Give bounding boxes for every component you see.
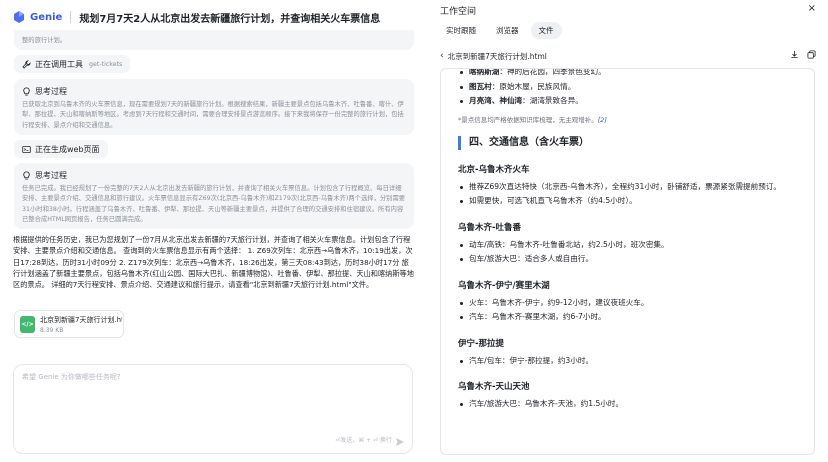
source-note: *景点信息均严格依据知识库梳理，无主观增补。[2] <box>458 115 607 124</box>
route-heading: 乌鲁木齐-吐鲁番 <box>458 222 522 233</box>
route-list: 汽车/包车：伊宁-那拉提，约3小时。 <box>458 354 803 369</box>
workspace-tabs: 实时跟随 浏览器 文件 <box>438 22 566 39</box>
file-info: 北京到新疆7天旅行计划.html 8.39 KB <box>40 315 122 334</box>
file-size: 8.39 KB <box>40 326 64 334</box>
document-viewer[interactable]: 喀纳斯湖：神的后花园，四季景色变幻。 图瓦村：原始木屋，民族风情。 月亮湾、神仙… <box>440 68 815 455</box>
route-heading: 北京-乌鲁木齐火车 <box>458 164 530 175</box>
web-generation-label: 正在生成web页面 <box>35 144 100 154</box>
list-item: 汽车/包车：伊宁-那拉提，约3小时。 <box>458 354 803 369</box>
chat-header: Genie 规划7月7天2人从北京出发去新疆旅行计划，并查询相关火车票信息 <box>0 0 428 34</box>
route-list: 火车：乌鲁木齐-伊宁，约9-12小时，建议夜班火车。 汽车：乌鲁木齐-赛里木湖，… <box>458 296 803 325</box>
input-hint: ⏎发送，⌘ + ⏎ 换行 <box>335 437 392 444</box>
list-item: 汽车：乌鲁木齐-赛里木湖，约6-7小时。 <box>458 310 803 325</box>
route-heading: 乌鲁木齐-伊宁/赛里木湖 <box>458 280 550 291</box>
file-name: 北京到新疆7天旅行计划.html <box>40 315 122 324</box>
terminal-icon <box>22 145 31 153</box>
bulb-icon <box>23 87 30 96</box>
list-item: 动车/高铁：乌鲁木齐-吐鲁番北站，约2.5小时，班次密集。 <box>458 238 803 253</box>
back-arrow-icon[interactable]: ‹ <box>440 51 444 61</box>
html-file-icon: </> <box>20 315 35 333</box>
bulb-icon <box>23 171 30 180</box>
workspace-pane: 工作空间 × 实时跟随 浏览器 文件 ‹ 北京到新疆7天旅行计划.html 喀纳… <box>428 0 828 462</box>
assistant-answer: 根据提供的任务历史，我已为您规划了一份7月从北京出发去新疆的7天旅行计划，并查询… <box>13 235 414 290</box>
web-generation-status[interactable]: 正在生成web页面 <box>14 140 108 158</box>
tool-call-name: get-tickets <box>89 60 123 68</box>
send-button[interactable] <box>394 436 405 447</box>
think-title-2: 思考过程 <box>14 163 414 181</box>
send-icon <box>395 437 404 446</box>
list-item: 火车：乌鲁木齐-伊宁，约9-12小时，建议夜班火车。 <box>458 296 803 311</box>
document-content: 喀纳斯湖：神的后花园，四季景色变幻。 图瓦村：原始木屋，民族风情。 月亮湾、神仙… <box>458 69 803 412</box>
think-block-2[interactable]: 思考过程 任务已完成。我已经规划了一份完整的7天2人从北京出发去新疆的旅行计划，… <box>14 163 414 229</box>
think-text-2: 任务已完成。我已经规划了一份完整的7天2人从北京出发去新疆的旅行计划，并查询了相… <box>22 185 406 224</box>
list-item: 汽车/旅游大巴：乌鲁木齐-天池，约1.5小时。 <box>458 397 803 412</box>
route-heading: 伊宁-那拉提 <box>458 338 505 349</box>
close-icon[interactable]: × <box>808 3 816 14</box>
list-item: 喀纳斯湖：神的后花园，四季景色变幻。 <box>458 69 803 80</box>
list-item: 包车/旅游大巴：适合多人或自由行。 <box>458 252 803 267</box>
chat-input[interactable] <box>22 372 402 392</box>
tool-call-status[interactable]: 正在调用工具 get-tickets <box>14 55 131 73</box>
think-title-text-1: 思考过程 <box>35 87 67 96</box>
file-actions <box>782 50 816 61</box>
file-path: 北京到新疆7天旅行计划.html <box>447 51 547 61</box>
route-heading: 乌鲁木齐-天山天池 <box>458 382 530 392</box>
think-text-1: 已获取北京到乌鲁木齐的火车票信息，现在需要规划7天的新疆旅行计划。根据搜索结果，… <box>22 101 404 129</box>
tab-live-follow[interactable]: 实时跟随 <box>438 22 484 39</box>
think-title-text-2: 思考过程 <box>35 171 67 180</box>
think-title-1: 思考过程 <box>14 79 414 97</box>
wrench-icon <box>22 59 31 69</box>
tab-browser[interactable]: 浏览器 <box>488 22 527 39</box>
tab-files[interactable]: 文件 <box>530 22 562 39</box>
genie-logo-icon <box>14 11 24 23</box>
think-block-1[interactable]: 思考过程 已获取北京到乌鲁木齐的火车票信息，现在需要规划7天的新疆旅行计划。根据… <box>14 79 414 135</box>
workspace-title: 工作空间 <box>440 7 477 17</box>
route-list: 推荐Z69次直达特快（北京西-乌鲁木齐），全程约31小时，卧铺舒适，票源紧张需提… <box>458 180 803 209</box>
list-item: 推荐Z69次直达特快（北京西-乌鲁木齐），全程约31小时，卧铺舒适，票源紧张需提… <box>458 180 803 195</box>
chat-pane: Genie 规划7月7天2人从北京出发去新疆旅行计划，并查询相关火车票信息 整的… <box>0 0 428 462</box>
file-attachment-card[interactable]: </> 北京到新疆7天旅行计划.html 8.39 KB <box>14 310 124 338</box>
logo-text: Genie <box>30 11 63 23</box>
chat-input-box: ⏎发送，⌘ + ⏎ 换行 <box>13 364 413 454</box>
header-divider <box>70 11 72 23</box>
previous-think-block: 整的旅行计划。 <box>14 30 414 50</box>
copy-icon[interactable] <box>807 50 816 61</box>
citation-link[interactable]: [2] <box>598 116 607 124</box>
chat-title: 规划7月7天2人从北京出发去新疆旅行计划，并查询相关火车票信息 <box>79 13 381 25</box>
genie-logo[interactable]: Genie <box>12 10 62 24</box>
list-item: 图瓦村：原始木屋，民族风情。 <box>458 80 803 95</box>
route-list: 动车/高铁：乌鲁木齐-吐鲁番北站，约2.5小时，班次密集。 包车/旅游大巴：适合… <box>458 238 803 267</box>
route-list: 汽车/旅游大巴：乌鲁木齐-天池，约1.5小时。 <box>458 397 803 412</box>
previous-think-text: 整的旅行计划。 <box>22 36 67 44</box>
list-item: 月亮湾、神仙湾：湖湾景致各异。 <box>458 94 803 109</box>
tool-call-label: 正在调用工具 <box>35 59 83 69</box>
app-root: Genie 规划7月7天2人从北京出发去新疆旅行计划，并查询相关火车票信息 整的… <box>0 0 828 462</box>
file-header: ‹ 北京到新疆7天旅行计划.html <box>440 50 816 62</box>
list-item: 如需更快，可选飞机直飞乌鲁木齐（约4.5小时）。 <box>458 194 803 209</box>
download-icon[interactable] <box>790 50 799 61</box>
section-heading: 四、交通信息（含火车票） <box>458 135 803 150</box>
